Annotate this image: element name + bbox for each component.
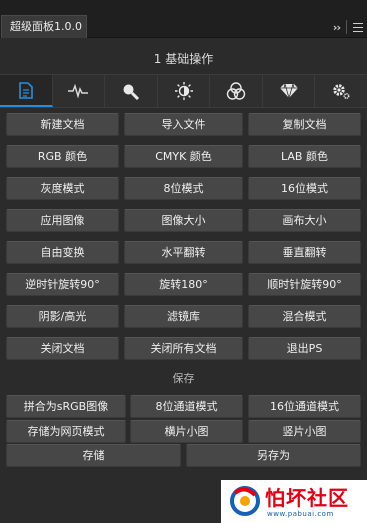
portrait-thumbnail-button[interactable]: 竖片小图 — [248, 420, 361, 443]
landscape-thumbnail-button[interactable]: 横片小图 — [130, 420, 243, 443]
panel-tab-title: 超级面板1.0.0 — [10, 20, 82, 33]
close-all-documents-button[interactable]: 关闭所有文档 — [124, 337, 243, 360]
panel-menu-icon[interactable] — [353, 22, 363, 32]
shadow-highlight-button[interactable]: 阴影/高光 — [6, 305, 119, 328]
rotate-ccw-90-button[interactable]: 逆时针旋转90° — [6, 273, 119, 296]
16bit-channel-button[interactable]: 16位通道模式 — [248, 395, 361, 418]
free-transform-button[interactable]: 自由变换 — [6, 241, 119, 264]
document-icon[interactable] — [0, 74, 53, 107]
close-document-button[interactable]: 关闭文档 — [6, 337, 119, 360]
tool-tab-row — [0, 74, 367, 107]
waveform-icon[interactable] — [52, 74, 106, 107]
expand-panel-icon[interactable]: ›› — [333, 21, 341, 34]
panel-tab[interactable]: 超级面板1.0.0 — [1, 15, 87, 38]
image-size-button[interactable]: 图像大小 — [124, 209, 243, 232]
8bit-mode-button[interactable]: 8位模式 — [124, 177, 243, 200]
8bit-channel-button[interactable]: 8位通道模式 — [130, 395, 243, 418]
blend-mode-button[interactable]: 混合模式 — [248, 305, 361, 328]
grayscale-mode-button[interactable]: 灰度模式 — [6, 177, 119, 200]
color-circles-icon[interactable] — [210, 74, 263, 107]
diamond-icon[interactable] — [262, 74, 316, 107]
save-button[interactable]: 存储 — [6, 444, 181, 467]
magnifier-icon[interactable] — [105, 74, 158, 107]
titlebar-controls: ›› — [333, 18, 363, 36]
filter-gallery-button[interactable]: 滤镜库 — [124, 305, 243, 328]
flatten-srgb-button[interactable]: 拼合为sRGB图像 — [6, 395, 126, 418]
import-file-button[interactable]: 导入文件 — [124, 113, 243, 136]
rotate-180-button[interactable]: 旋转180° — [124, 273, 243, 296]
save-section-label: 保存 — [172, 372, 195, 385]
gear-icon[interactable] — [315, 74, 367, 107]
duplicate-document-button[interactable]: 复制文档 — [248, 113, 361, 136]
save-as-button[interactable]: 另存为 — [186, 444, 361, 467]
titlebar-divider — [346, 20, 347, 34]
panel-titlebar: 超级面板1.0.0 ›› — [0, 0, 367, 38]
flip-horizontal-button[interactable]: 水平翻转 — [124, 241, 243, 264]
cmyk-color-button[interactable]: CMYK 颜色 — [124, 145, 243, 168]
new-document-button[interactable]: 新建文档 — [6, 113, 119, 136]
lab-color-button[interactable]: LAB 颜色 — [248, 145, 361, 168]
brightness-icon[interactable] — [157, 74, 211, 107]
site-watermark: 怕坏社区 www.pabuai.com — [221, 480, 367, 523]
16bit-mode-button[interactable]: 16位模式 — [248, 177, 361, 200]
watermark-text: 怕坏社区 — [265, 486, 349, 510]
flip-vertical-button[interactable]: 垂直翻转 — [248, 241, 361, 264]
exit-ps-button[interactable]: 退出PS — [248, 337, 361, 360]
save-for-web-button[interactable]: 存储为网页模式 — [6, 420, 126, 443]
tab-row-divider — [0, 107, 367, 108]
apply-image-button[interactable]: 应用图像 — [6, 209, 119, 232]
section-title: 1 基础操作 — [153, 52, 214, 66]
watermark-logo-icon — [230, 486, 260, 516]
rotate-cw-90-button[interactable]: 顺时针旋转90° — [248, 273, 361, 296]
canvas-size-button[interactable]: 画布大小 — [248, 209, 361, 232]
rgb-color-button[interactable]: RGB 颜色 — [6, 145, 119, 168]
watermark-url: www.pabuai.com — [267, 510, 334, 518]
